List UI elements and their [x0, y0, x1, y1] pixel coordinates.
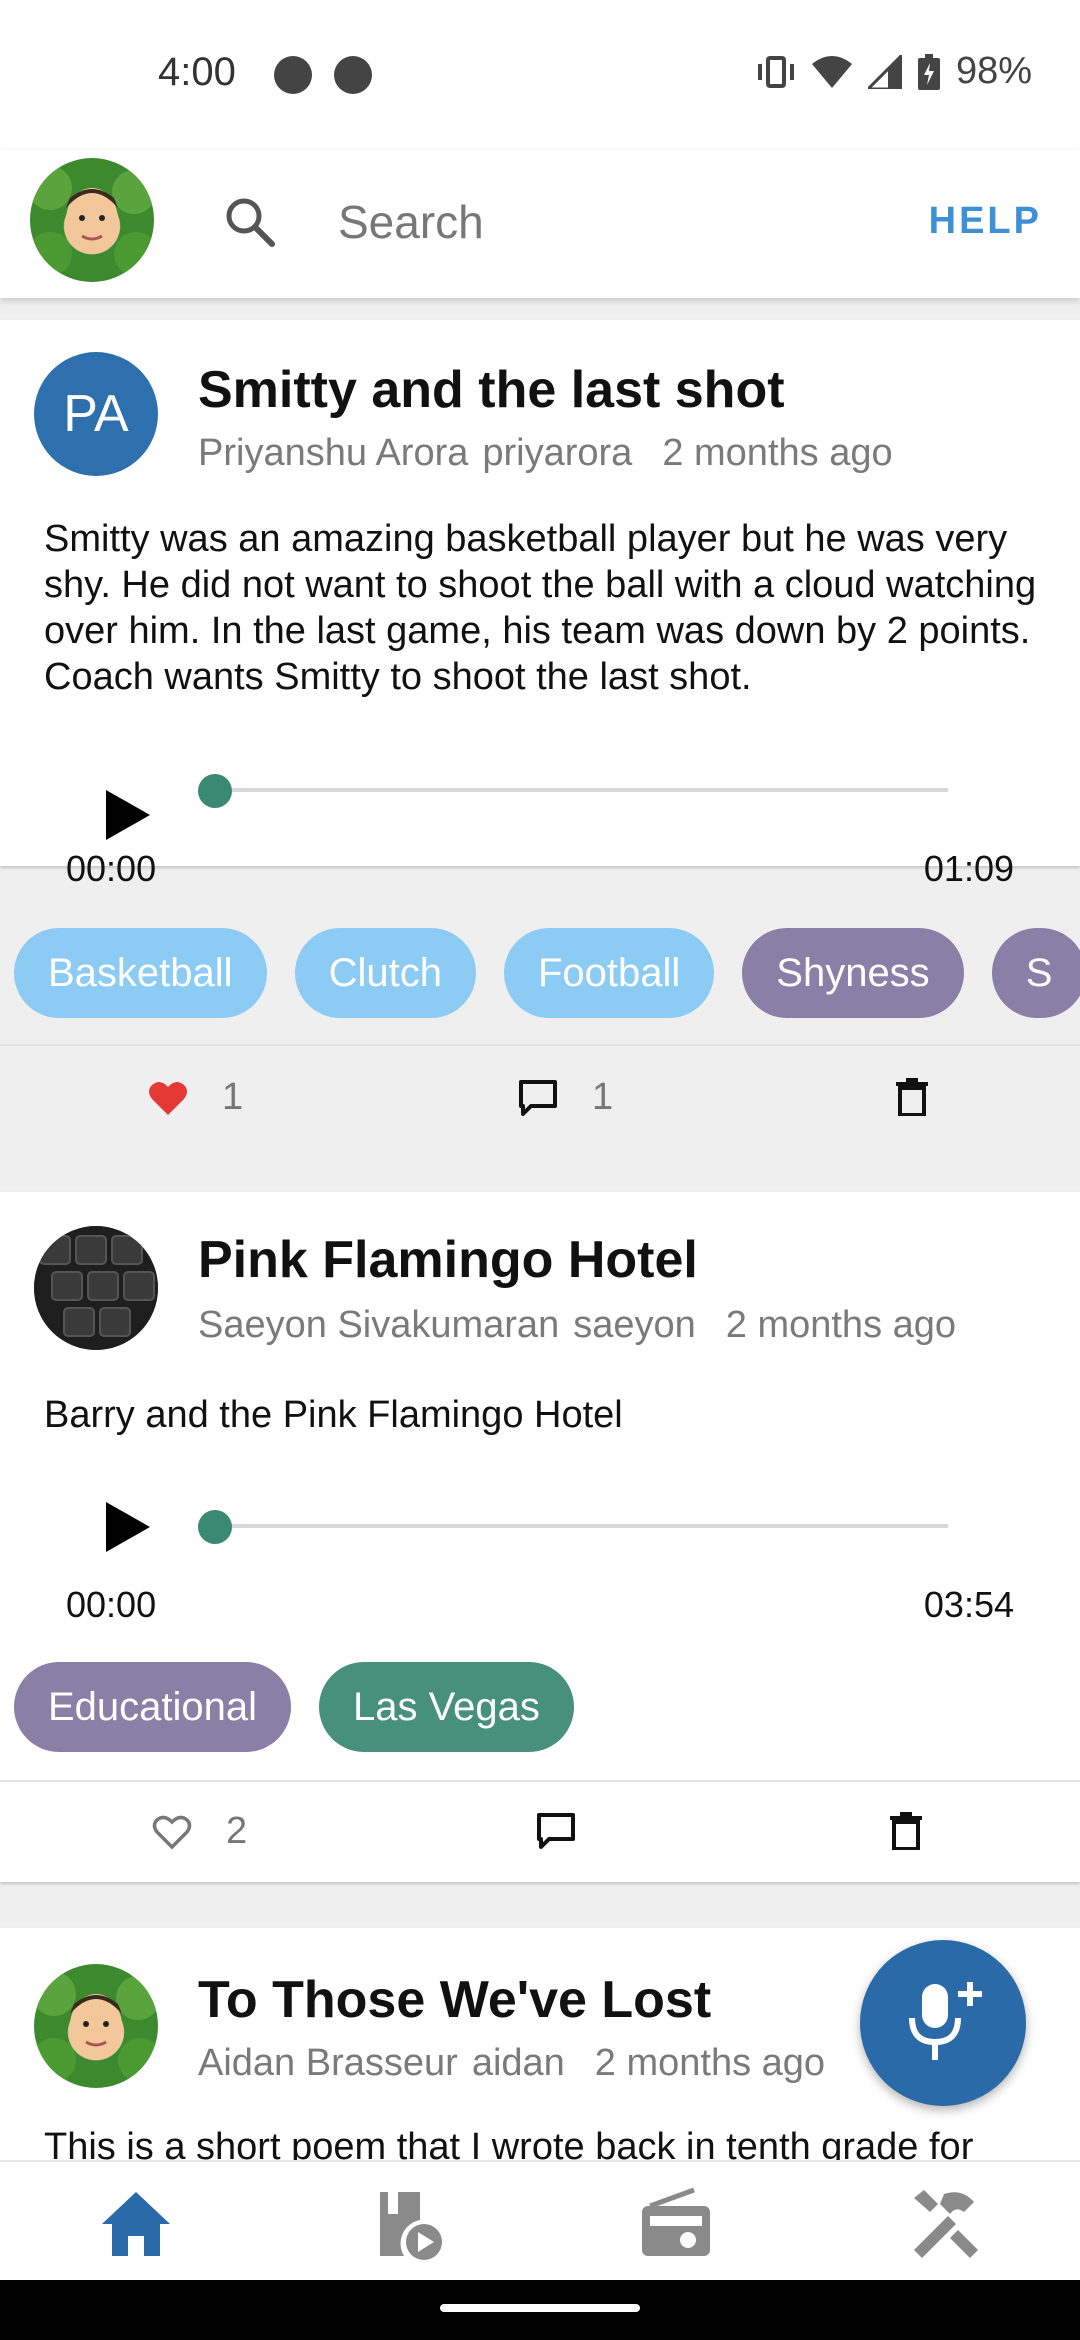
- author-avatar[interactable]: [34, 1226, 158, 1350]
- author-username[interactable]: saeyon: [573, 1304, 696, 1346]
- story-title[interactable]: To Those We've Lost: [198, 1970, 711, 2030]
- comment-action[interactable]: 1: [518, 1076, 613, 1119]
- tag-chip[interactable]: S: [991, 928, 1080, 1018]
- tag-chip[interactable]: Basketball: [14, 928, 267, 1018]
- search-input[interactable]: [336, 190, 856, 254]
- like-action[interactable]: 1: [148, 1076, 243, 1119]
- author-name[interactable]: Saeyon Sivakumaran: [198, 1304, 559, 1346]
- comment-icon[interactable]: [518, 1079, 558, 1117]
- vibrate-icon: [757, 55, 794, 88]
- tag-chip[interactable]: Football: [503, 928, 715, 1018]
- help-button[interactable]: HELP: [929, 200, 1042, 243]
- delete-icon[interactable]: [896, 1078, 928, 1116]
- post-time: 2 months ago: [725, 1304, 957, 1346]
- record-story-button[interactable]: [860, 1940, 1026, 2106]
- audio-current-time: 00:00: [66, 1584, 157, 1625]
- home-gesture-handle[interactable]: [440, 2304, 640, 2312]
- like-count: 1: [222, 1076, 244, 1118]
- story-meta: Aidan Brasseur aidan 2 months ago: [198, 2042, 839, 2085]
- story-meta: Priyanshu Arora priyarora 2 months ago: [198, 432, 907, 475]
- audio-duration: 01:09: [923, 848, 1014, 889]
- battery-icon: [917, 53, 940, 90]
- profile-avatar[interactable]: [30, 158, 154, 282]
- story-description: This is a short poem that I wrote back i…: [44, 2126, 974, 2160]
- play-icon[interactable]: [102, 788, 152, 842]
- author-name[interactable]: Priyanshu Arora: [198, 432, 468, 474]
- post-time: 2 months ago: [662, 432, 893, 474]
- radio-icon[interactable]: [636, 2184, 716, 2264]
- author-username[interactable]: aidan: [472, 2042, 565, 2084]
- tag-chip[interactable]: Educational: [14, 1662, 292, 1752]
- add-mic-icon[interactable]: [900, 1976, 990, 2072]
- story-description: Barry and the Pink Flamingo Hotel: [44, 1394, 623, 1436]
- wifi-icon: [811, 55, 852, 88]
- status-indicators: 98%: [756, 50, 1032, 93]
- story-card[interactable]: PA Smitty and the last shot Priyanshu Ar…: [0, 320, 1080, 866]
- play-icon[interactable]: [102, 1500, 152, 1554]
- audio-progress-track[interactable]: [214, 788, 948, 792]
- status-bar: 4:00 98%: [0, 0, 1080, 150]
- audio-progress-track[interactable]: [214, 1524, 948, 1528]
- tools-icon[interactable]: [904, 2184, 984, 2264]
- tag-chip[interactable]: Shyness: [742, 928, 964, 1018]
- gesture-bar: [0, 2280, 1080, 2340]
- audio-progress-thumb[interactable]: [198, 1510, 232, 1544]
- card-divider: [0, 1780, 1080, 1782]
- author-avatar[interactable]: [34, 1964, 158, 2088]
- bottom-navigation: [0, 2160, 1080, 2280]
- author-avatar[interactable]: PA: [34, 352, 158, 476]
- app-notification-icon: [274, 56, 312, 94]
- signal-icon: [867, 54, 902, 89]
- story-title[interactable]: Pink Flamingo Hotel: [198, 1230, 698, 1290]
- heart-filled-icon[interactable]: [148, 1080, 188, 1116]
- audio-progress-thumb[interactable]: [198, 774, 232, 808]
- comment-count: 1: [592, 1076, 614, 1118]
- author-username[interactable]: priyarora: [482, 432, 632, 474]
- post-time: 2 months ago: [594, 2042, 826, 2084]
- story-title[interactable]: Smitty and the last shot: [198, 360, 785, 420]
- card-divider: [0, 1044, 1080, 1046]
- home-icon[interactable]: [96, 2184, 176, 2264]
- story-meta: Saeyon Sivakumaran saeyon 2 months ago: [198, 1304, 970, 1347]
- story-card[interactable]: Pink Flamingo Hotel Saeyon Sivakumaran sa…: [0, 1192, 1080, 1882]
- audio-duration: 03:54: [923, 1584, 1014, 1625]
- like-action[interactable]: 2: [152, 1810, 247, 1853]
- status-time: 4:00: [158, 50, 236, 94]
- delete-icon[interactable]: [890, 1812, 922, 1850]
- heart-outline-icon[interactable]: [152, 1814, 192, 1850]
- search-icon[interactable]: [222, 194, 276, 248]
- library-icon[interactable]: [368, 2184, 448, 2264]
- top-app-bar: HELP: [0, 150, 1080, 298]
- app-notification-icon: [334, 56, 372, 94]
- audio-current-time: 00:00: [66, 848, 157, 889]
- tag-chip[interactable]: Las Vegas: [319, 1662, 574, 1752]
- story-description: Smitty was an amazing basketball player …: [44, 518, 1037, 698]
- battery-percent: 98%: [955, 50, 1032, 92]
- like-count: 2: [226, 1810, 248, 1852]
- comment-icon[interactable]: [536, 1812, 576, 1850]
- tag-chip[interactable]: Clutch: [294, 928, 476, 1018]
- author-name[interactable]: Aidan Brasseur: [198, 2042, 458, 2084]
- tag-list: Educational Las Vegas: [14, 1662, 1080, 1754]
- tag-list: Basketball Clutch Football Shyness S: [14, 928, 1080, 1020]
